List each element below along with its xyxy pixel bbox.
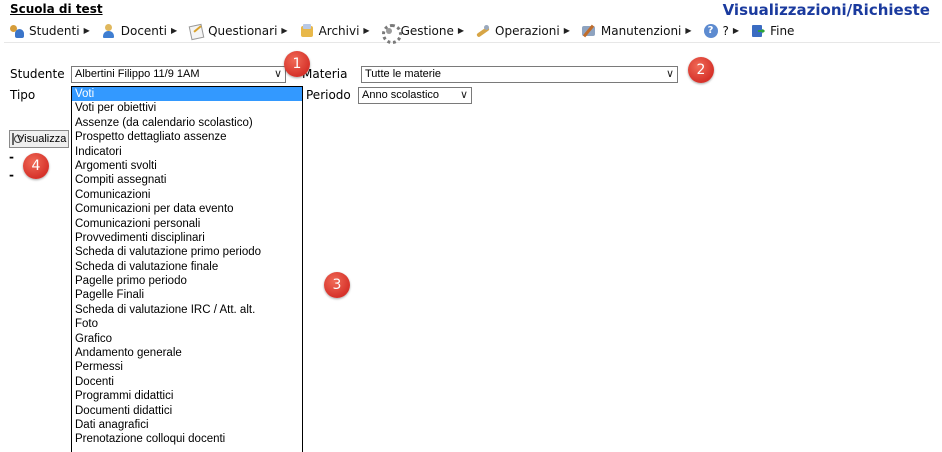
chevron-down-icon: ∨ — [459, 88, 468, 101]
gear-icon — [381, 23, 402, 44]
exit-icon — [750, 23, 766, 39]
submenu-arrow-icon: ▶ — [170, 26, 178, 35]
studente-select-value: Albertini Filippo 11/9 1AM — [75, 68, 200, 80]
tipo-option[interactable]: Compiti assegnati — [72, 173, 302, 187]
periodo-select-value: Anno scolastico — [362, 89, 440, 101]
tipo-option[interactable]: Andamento generale — [72, 346, 302, 360]
tipo-option[interactable]: Grafico — [72, 332, 302, 346]
teachers-icon — [101, 23, 117, 39]
tipo-option[interactable]: Programmi didattici — [72, 389, 302, 403]
tipo-option[interactable]: Provvedimenti disciplinari — [72, 231, 302, 245]
tipo-option[interactable]: Dati anagrafici — [72, 418, 302, 432]
archive-icon — [299, 23, 315, 39]
tipo-option[interactable]: Prenotazione colloqui docenti — [72, 432, 302, 446]
visualizza-button-label: Visualizza — [17, 133, 67, 145]
main-menubar: Studenti ▶ Docenti ▶ Questionari ▶ Archi… — [4, 19, 940, 44]
annotation-badge-1: 1 — [284, 51, 310, 77]
submenu-arrow-icon: ▶ — [363, 26, 370, 35]
tipo-option[interactable]: Voti per obiettivi — [72, 101, 302, 115]
tipo-option[interactable]: Scheda di valutazione finale — [72, 260, 302, 274]
menu-fine-label: Fine — [770, 23, 795, 38]
tipo-option[interactable]: Permessi — [72, 360, 302, 374]
menu-gestione-label: Gestione — [400, 23, 454, 38]
menu-operazioni[interactable]: Operazioni ▶ — [470, 20, 576, 42]
tipo-option[interactable]: Documenti didattici — [72, 404, 302, 418]
menu-docenti[interactable]: Docenti ▶ — [96, 20, 183, 42]
materia-select-value: Tutte le materie — [365, 68, 442, 80]
chevron-down-icon: ∨ — [665, 67, 674, 80]
materia-select[interactable]: Tutte le materie ∨ — [361, 66, 678, 83]
tipo-option[interactable]: Scheda di valutazione IRC / Att. alt. — [72, 303, 302, 317]
menu-archivi[interactable]: Archivi ▶ — [294, 20, 376, 42]
submenu-arrow-icon: ▶ — [83, 26, 90, 35]
tipo-option[interactable]: Comunicazioni personali — [72, 217, 302, 231]
menu-operazioni-label: Operazioni — [495, 23, 560, 38]
menu-help[interactable]: ? ▶ — [698, 20, 746, 42]
tipo-option[interactable]: Assenze (da calendario scolastico) — [72, 116, 302, 130]
annotation-badge-2: 2 — [688, 57, 714, 83]
operations-icon — [475, 23, 491, 39]
tipo-option[interactable]: Comunicazioni — [72, 188, 302, 202]
tipo-option[interactable]: Indicatori — [72, 145, 302, 159]
tipo-option[interactable]: Pagelle Finali — [72, 288, 302, 302]
tipo-option[interactable]: Foto — [72, 317, 302, 331]
menu-docenti-label: Docenti — [120, 23, 167, 38]
submenu-arrow-icon: ▶ — [281, 26, 288, 35]
menu-manutenzioni-label: Manutenzioni — [600, 23, 682, 38]
studente-select[interactable]: Albertini Filippo 11/9 1AM ∨ — [71, 66, 286, 83]
menu-gestione[interactable]: Gestione ▶ — [376, 20, 470, 44]
annotation-badge-4: 4 — [23, 153, 49, 179]
page-title: Visualizzazioni/Richieste — [722, 1, 930, 19]
maintenance-icon — [581, 23, 597, 39]
help-icon — [703, 23, 719, 39]
tipo-option[interactable]: Docenti — [72, 375, 302, 389]
result-placeholder-dash: - — [9, 168, 14, 182]
visualizza-button[interactable]: Visualizza — [9, 130, 69, 148]
periodo-label: Periodo — [306, 88, 351, 102]
menu-help-label: ? — [722, 23, 729, 38]
tipo-option[interactable]: Comunicazioni per data evento — [72, 202, 302, 216]
submenu-arrow-icon: ▶ — [457, 26, 465, 35]
menu-archivi-label: Archivi — [318, 23, 360, 38]
menu-manutenzioni[interactable]: Manutenzioni ▶ — [576, 20, 698, 42]
menu-questionari-label: Questionari — [208, 23, 278, 38]
submenu-arrow-icon: ▶ — [685, 26, 692, 35]
submenu-arrow-icon: ▶ — [732, 26, 740, 35]
submenu-arrow-icon: ▶ — [563, 26, 570, 35]
tipo-option[interactable]: Pagelle primo periodo — [72, 274, 302, 288]
tipo-option[interactable]: Prospetto dettagliato assenze — [72, 130, 302, 144]
questionnaire-icon — [188, 23, 204, 39]
tipo-option[interactable]: Argomenti svolti — [72, 159, 302, 173]
chevron-down-icon: ∨ — [273, 67, 282, 80]
result-placeholder-dash: - — [9, 150, 14, 164]
tipo-option[interactable]: Voti — [72, 87, 302, 102]
magnifier-icon — [12, 133, 22, 145]
menu-studenti-label: Studenti — [29, 23, 80, 38]
tipo-label: Tipo — [10, 88, 36, 102]
menu-fine[interactable]: Fine — [745, 20, 800, 42]
periodo-select[interactable]: Anno scolastico ∨ — [358, 87, 472, 104]
school-name-link[interactable]: Scuola di test — [10, 2, 103, 16]
menu-questionari[interactable]: Questionari ▶ — [183, 20, 293, 42]
menu-studenti[interactable]: Studenti ▶ — [4, 20, 96, 42]
students-icon — [9, 23, 25, 39]
tipo-dropdown-list[interactable]: Voti Voti per obiettivi Assenze (da calend… — [71, 86, 303, 452]
annotation-badge-3: 3 — [324, 272, 350, 298]
studente-label: Studente — [10, 67, 65, 81]
tipo-option[interactable]: Scheda di valutazione primo periodo — [72, 245, 302, 259]
